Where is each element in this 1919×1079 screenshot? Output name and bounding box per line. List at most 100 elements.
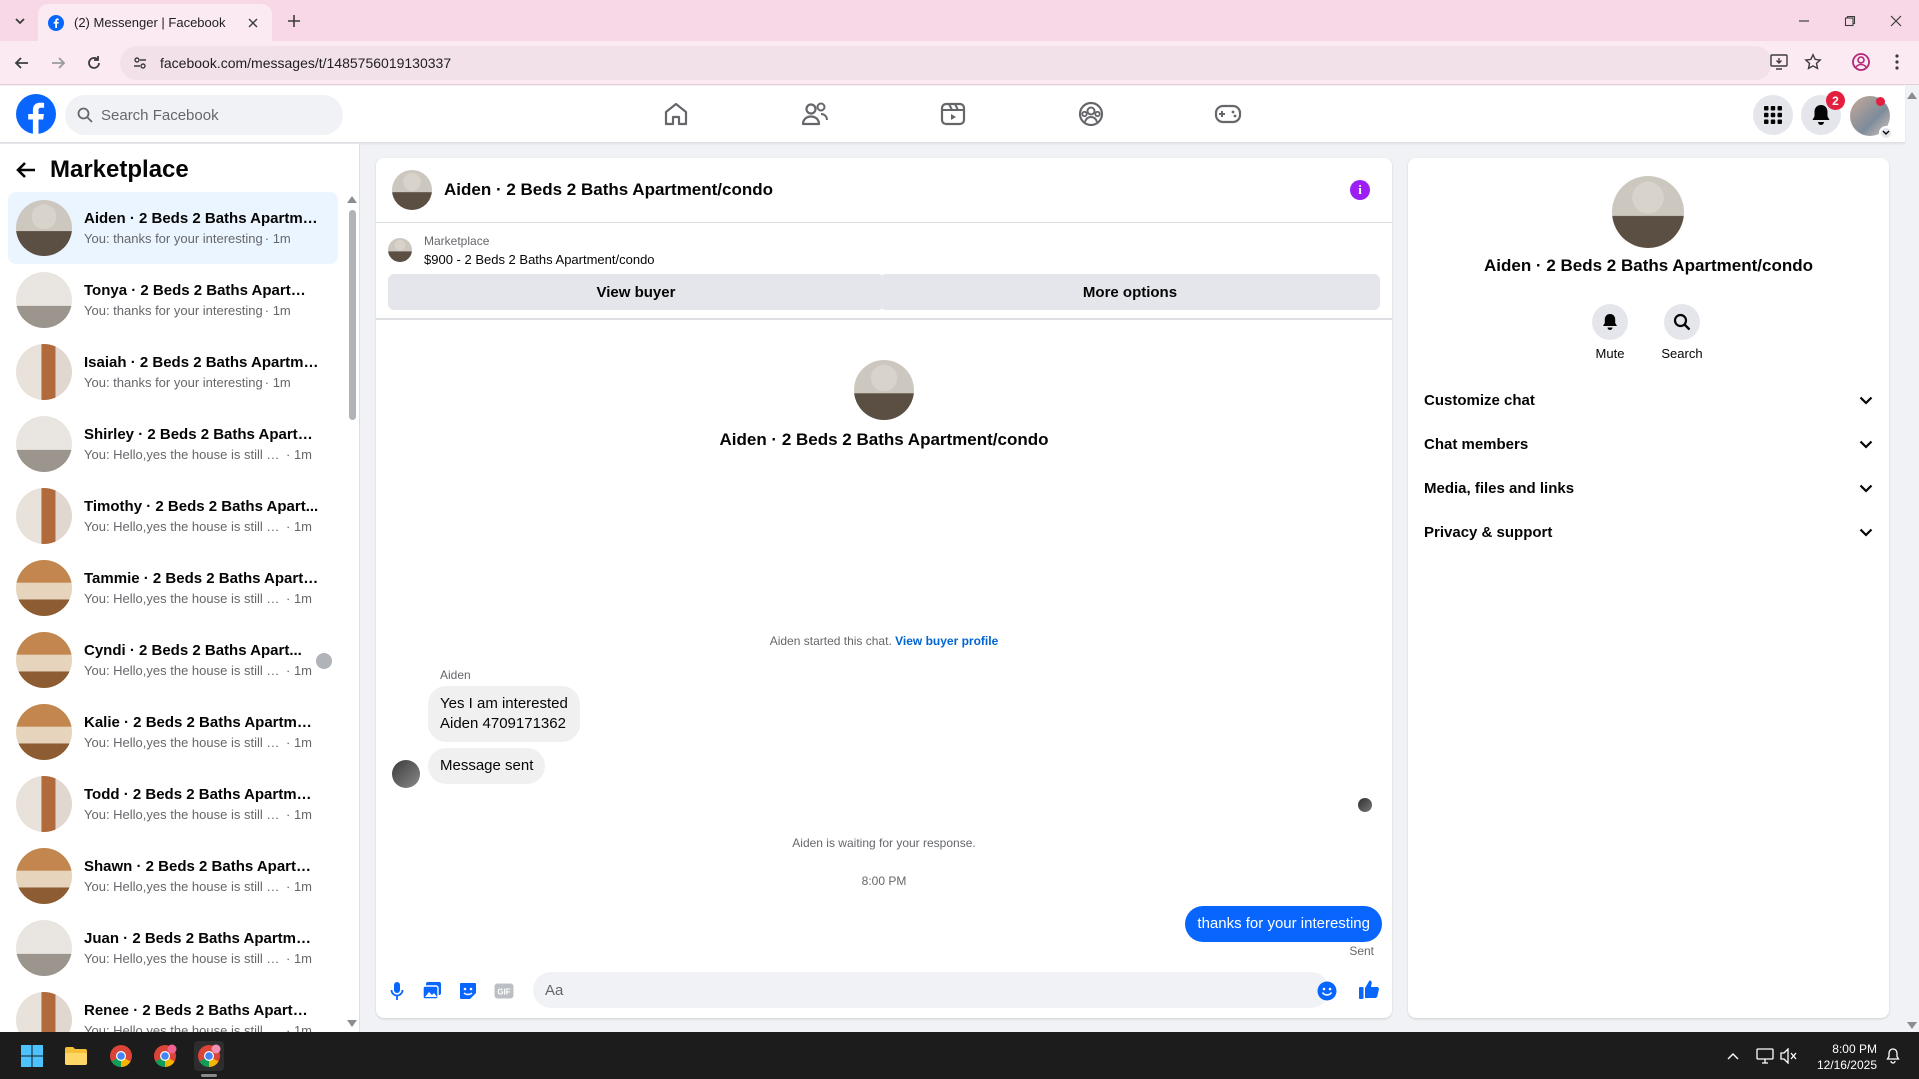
chevron-down-icon [1859, 440, 1873, 449]
windows-start-icon[interactable] [17, 1041, 47, 1071]
notification-center-icon[interactable] [1883, 1046, 1903, 1066]
conversation-name: Kalie · 2 Beds 2 Baths Apartmen... [84, 714, 319, 731]
privacy-support-row[interactable]: Privacy & support [1424, 514, 1873, 550]
notifications-button[interactable]: 2 [1801, 91, 1845, 135]
tab-close-icon[interactable] [244, 14, 262, 32]
message-input-box[interactable] [533, 972, 1329, 1008]
search-icon [1673, 313, 1691, 331]
seen-avatar-icon [316, 653, 332, 669]
incoming-message[interactable]: Message sent [428, 748, 546, 784]
account-chevron-icon[interactable] [1879, 126, 1893, 140]
search-input[interactable] [101, 106, 301, 124]
facebook-header: 2 [0, 86, 1905, 143]
conversation-item[interactable]: Timothy · 2 Beds 2 Baths Apart... You: H… [8, 480, 338, 552]
sender-avatar[interactable] [392, 760, 420, 788]
intro-name: Aiden · 2 Beds 2 Baths Apartment/condo [719, 430, 1049, 449]
menu-grid-button[interactable] [1753, 95, 1793, 135]
details-thumbnail[interactable] [1612, 176, 1684, 248]
emoji-icon[interactable] [1316, 980, 1338, 1002]
conversation-item[interactable]: Renee · 2 Beds 2 Baths Apartme... You: H… [8, 984, 338, 1032]
tab-search-icon[interactable] [8, 9, 32, 33]
volume-muted-icon[interactable] [1779, 1046, 1799, 1066]
photo-icon[interactable] [421, 980, 443, 1002]
video-icon[interactable] [937, 98, 969, 130]
microphone-icon[interactable] [386, 980, 408, 1002]
waiting-notice: Aiden is waiting for your response. [792, 836, 976, 850]
browser-menu-icon[interactable] [1886, 51, 1908, 73]
sidebar-scrollbar-thumb[interactable] [349, 210, 356, 420]
friends-icon[interactable] [799, 98, 831, 130]
browser-tab[interactable]: (2) Messenger | Facebook [38, 4, 272, 41]
back-arrow-icon[interactable] [16, 161, 36, 179]
conversation-item[interactable]: Cyndi · 2 Beds 2 Baths Apart... You: Hel… [8, 624, 338, 696]
outgoing-message[interactable]: thanks for your interesting [1185, 906, 1382, 942]
back-icon[interactable] [10, 51, 34, 75]
bookmark-star-icon[interactable] [1802, 51, 1824, 73]
chat-header-thumbnail[interactable] [392, 170, 432, 210]
conversation-item[interactable]: Tonya · 2 Beds 2 Baths Apartme... You: t… [8, 264, 338, 336]
conversation-item[interactable]: Aiden · 2 Beds 2 Baths Apartme... You: t… [8, 192, 338, 264]
show-hidden-icons-icon[interactable] [1723, 1046, 1743, 1066]
mute-button[interactable]: Mute [1580, 304, 1640, 361]
customize-chat-row[interactable]: Customize chat [1424, 382, 1873, 418]
chat-title[interactable]: Aiden · 2 Beds 2 Baths Apartment/condo [444, 180, 773, 200]
conversation-time: · 1m [286, 663, 312, 678]
conversation-item[interactable]: Todd · 2 Beds 2 Baths Apartmen... You: H… [8, 768, 338, 840]
conversation-time: · 1m [286, 951, 312, 966]
search-icon [77, 107, 93, 123]
address-bar[interactable]: facebook.com/messages/t/1485756019130337 [120, 46, 1772, 80]
search-conversation-button[interactable]: Search [1652, 304, 1712, 361]
site-settings-icon[interactable] [132, 55, 148, 71]
close-window-icon[interactable] [1873, 0, 1919, 41]
minimize-icon[interactable] [1781, 0, 1827, 41]
conversation-item[interactable]: Shirley · 2 Beds 2 Baths Apartme... You:… [8, 408, 338, 480]
info-icon[interactable]: i [1350, 180, 1370, 200]
conversation-time: · 1m [286, 879, 312, 894]
network-icon[interactable] [1755, 1046, 1775, 1066]
scroll-down-arrow-icon[interactable] [346, 1018, 358, 1028]
scroll-up-arrow-icon[interactable] [346, 194, 358, 204]
groups-icon[interactable] [1075, 98, 1107, 130]
install-app-icon[interactable] [1768, 51, 1790, 73]
chevron-down-icon [1859, 484, 1873, 493]
conversation-thumbnail [16, 992, 72, 1032]
facebook-search-bar[interactable] [65, 95, 343, 135]
new-tab-icon[interactable] [282, 9, 306, 33]
conversation-item[interactable]: Shawn · 2 Beds 2 Baths Apartme... You: H… [8, 840, 338, 912]
view-buyer-button[interactable]: View buyer [388, 274, 884, 310]
chat-members-row[interactable]: Chat members [1424, 426, 1873, 462]
chat-panel: Aiden · 2 Beds 2 Baths Apartment/condo i… [376, 158, 1392, 1018]
conversation-name: Todd · 2 Beds 2 Baths Apartmen... [84, 786, 319, 803]
home-icon[interactable] [660, 98, 692, 130]
profile-icon[interactable] [1850, 51, 1872, 73]
view-buyer-profile-link[interactable]: View buyer profile [895, 634, 998, 648]
system-clock[interactable]: 8:00 PM 12/16/2025 [1817, 1041, 1877, 1073]
incoming-message[interactable]: Yes I am interested Aiden 4709171362 [428, 686, 580, 742]
reload-icon[interactable] [82, 51, 106, 75]
more-options-button[interactable]: More options [880, 274, 1380, 310]
message-input[interactable] [545, 981, 1285, 999]
conversation-item[interactable]: Kalie · 2 Beds 2 Baths Apartmen... You: … [8, 696, 338, 768]
file-explorer-icon[interactable] [61, 1041, 91, 1071]
facebook-logo-icon[interactable] [16, 94, 56, 134]
media-files-links-row[interactable]: Media, files and links [1424, 470, 1873, 506]
chrome-active-window-icon[interactable] [194, 1041, 224, 1071]
chrome-profile-icon[interactable] [150, 1041, 180, 1071]
like-thumbs-up-icon[interactable] [1358, 978, 1380, 1000]
conversation-item[interactable]: Tammie · 2 Beds 2 Baths Apartm... You: H… [8, 552, 338, 624]
mute-label: Mute [1595, 346, 1625, 361]
gaming-icon[interactable] [1212, 98, 1244, 130]
page-scroll-up-arrow-icon[interactable] [1906, 90, 1918, 100]
forward-icon[interactable] [46, 51, 70, 75]
conversation-item[interactable]: Juan · 2 Beds 2 Baths Apartment... You: … [8, 912, 338, 984]
chrome-icon[interactable] [106, 1041, 136, 1071]
gif-icon[interactable]: GIF [493, 980, 515, 1002]
conversation-preview: You: Hello,yes the house is still avai..… [84, 591, 284, 606]
conversation-thumbnail [16, 848, 72, 904]
page-scroll-down-arrow-icon[interactable] [1906, 1020, 1918, 1030]
restore-icon[interactable] [1827, 0, 1873, 41]
sticker-icon[interactable] [457, 980, 479, 1002]
row-label: Customize chat [1424, 391, 1535, 409]
search-label: Search [1661, 346, 1703, 361]
conversation-item[interactable]: Isaiah · 2 Beds 2 Baths Apartme... You: … [8, 336, 338, 408]
